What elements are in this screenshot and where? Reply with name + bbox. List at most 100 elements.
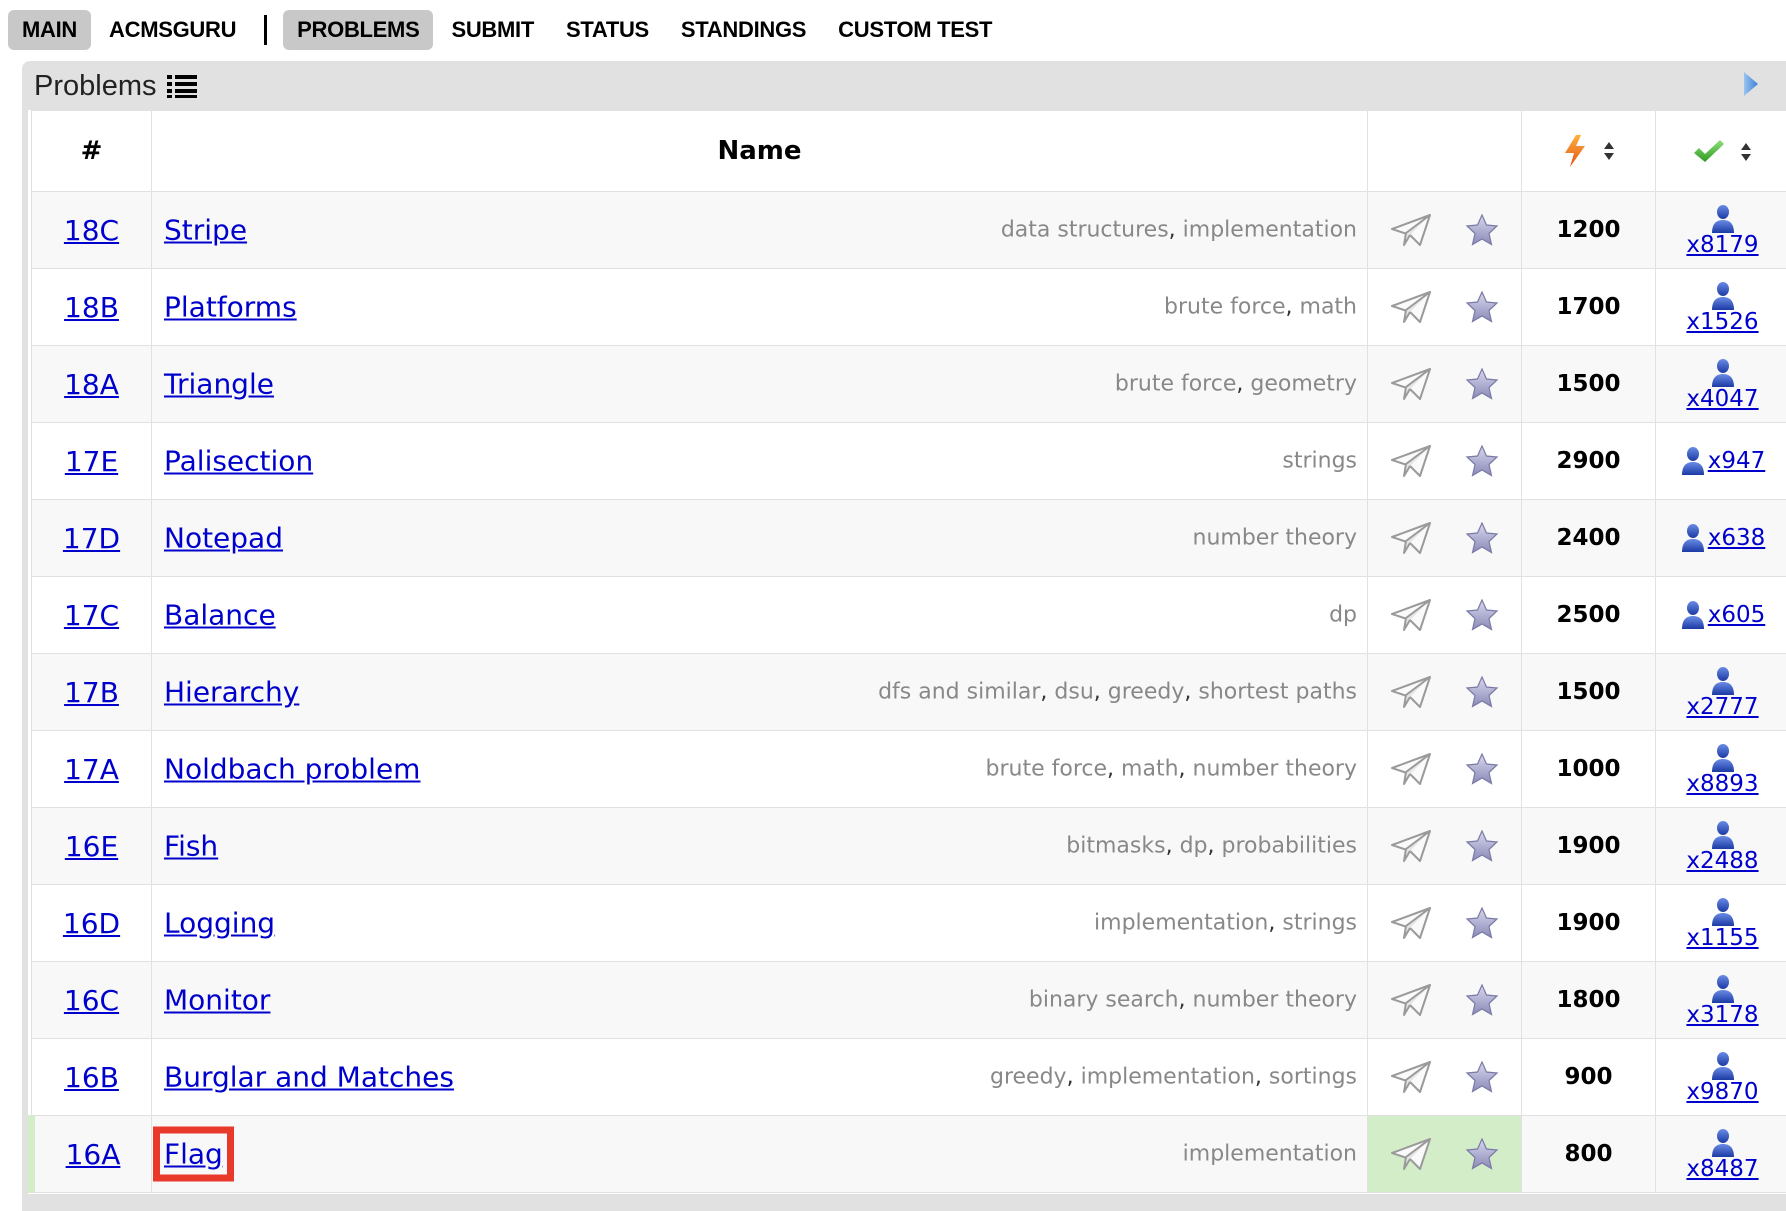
star-icon[interactable] [1465,214,1499,246]
problem-tag[interactable]: implementation [1183,1142,1357,1167]
problem-id-link[interactable]: 16C [64,984,119,1017]
solved-count-link[interactable]: x3178 [1656,974,1786,1027]
menu-item-main[interactable]: MAIN [8,10,91,50]
problem-tag[interactable]: dp [1329,603,1357,628]
problem-tag[interactable]: strings [1282,911,1357,936]
paper-plane-icon[interactable] [1390,213,1432,247]
problem-tag[interactable]: number theory [1193,988,1357,1013]
problem-tag[interactable]: shortest paths [1198,680,1357,705]
problem-id-link[interactable]: 18A [64,368,119,401]
star-icon[interactable] [1465,599,1499,631]
problem-id-link[interactable]: 16D [63,907,120,940]
solved-count-link[interactable]: x2488 [1656,820,1786,873]
star-icon[interactable] [1465,291,1499,323]
menu-item-acmsguru[interactable]: ACMSGURU [95,10,250,50]
problem-tag[interactable]: implementation [1094,911,1268,936]
solved-count-link[interactable]: x2777 [1656,666,1786,719]
problem-name-link[interactable]: Balance [164,599,276,632]
problem-name-link[interactable]: Platforms [164,291,297,324]
paper-plane-icon[interactable] [1390,290,1432,324]
star-icon[interactable] [1465,1138,1499,1170]
solved-count-link[interactable]: x9870 [1656,1051,1786,1104]
problem-name-link[interactable]: Flag [164,1138,223,1171]
problem-tag[interactable]: brute force [1164,295,1286,320]
menu-item-status[interactable]: STATUS [552,10,663,50]
problem-tag[interactable]: bitmasks [1066,834,1165,859]
menu-item-problems[interactable]: PROBLEMS [283,10,433,50]
problem-id-link[interactable]: 16A [66,1138,121,1171]
problem-tag[interactable]: dp [1180,834,1208,859]
problem-tag[interactable]: binary search [1029,988,1179,1013]
star-icon[interactable] [1465,984,1499,1016]
header-id[interactable]: # [32,111,152,192]
solved-count-link[interactable]: x8487 [1656,1128,1786,1181]
problem-tag[interactable]: data structures [1001,218,1169,243]
problem-id-link[interactable]: 17B [64,676,119,709]
problem-tag[interactable]: brute force [986,757,1108,782]
problem-tag[interactable]: dsu [1054,680,1093,705]
problem-name-link[interactable]: Triangle [164,368,274,401]
paper-plane-icon[interactable] [1390,829,1432,863]
problem-tag[interactable]: math [1121,757,1178,782]
header-rating[interactable] [1522,111,1656,192]
solved-count-link[interactable]: x4047 [1656,358,1786,411]
menu-item-submit[interactable]: SUBMIT [437,10,548,50]
problem-tag[interactable]: implementation [1081,1065,1255,1090]
problem-name-link[interactable]: Logging [164,907,275,940]
problem-id-link[interactable]: 16B [64,1061,119,1094]
star-icon[interactable] [1465,830,1499,862]
star-icon[interactable] [1465,522,1499,554]
star-icon[interactable] [1465,907,1499,939]
problem-id-link[interactable]: 18C [64,214,119,247]
problem-id-link[interactable]: 17D [63,522,120,555]
paper-plane-icon[interactable] [1390,983,1432,1017]
problem-name-link[interactable]: Fish [164,830,218,863]
problem-tag[interactable]: implementation [1183,218,1357,243]
star-icon[interactable] [1465,753,1499,785]
solved-count-link[interactable]: x605 [1656,600,1786,630]
problem-id-link[interactable]: 18B [64,291,119,324]
solved-count-link[interactable]: x8179 [1656,204,1786,257]
paper-plane-icon[interactable] [1390,906,1432,940]
problem-name-link[interactable]: Noldbach problem [164,753,420,786]
header-name[interactable]: Name [152,111,1368,192]
solved-count-link[interactable]: x638 [1656,523,1786,553]
problem-name-link[interactable]: Palisection [164,445,313,478]
problem-id-link[interactable]: 17C [64,599,119,632]
star-icon[interactable] [1465,368,1499,400]
solved-count-link[interactable]: x947 [1656,446,1786,476]
paper-plane-icon[interactable] [1390,752,1432,786]
list-icon[interactable] [167,73,197,99]
paper-plane-icon[interactable] [1390,1060,1432,1094]
problem-id-link[interactable]: 17A [64,753,119,786]
problem-tag[interactable]: sortings [1269,1065,1357,1090]
solved-count-link[interactable]: x1526 [1656,281,1786,334]
menu-item-standings[interactable]: STANDINGS [667,10,820,50]
problem-name-link[interactable]: Monitor [164,984,270,1017]
sort-icon[interactable] [1740,142,1752,162]
problem-tag[interactable]: greedy [990,1065,1067,1090]
solved-count-link[interactable]: x1155 [1656,897,1786,950]
problem-id-link[interactable]: 16E [65,830,118,863]
paper-plane-icon[interactable] [1390,521,1432,555]
menu-item-custom-test[interactable]: CUSTOM TEST [824,10,1006,50]
triangle-right-icon[interactable] [1742,70,1760,98]
problem-tag[interactable]: strings [1282,449,1357,474]
star-icon[interactable] [1465,1061,1499,1093]
problem-name-link[interactable]: Burglar and Matches [164,1061,454,1094]
problem-tag[interactable]: geometry [1250,372,1357,397]
sort-icon[interactable] [1603,141,1615,161]
paper-plane-icon[interactable] [1390,675,1432,709]
problem-tag[interactable]: number theory [1193,757,1357,782]
problem-tag[interactable]: number theory [1193,526,1357,551]
solved-count-link[interactable]: x8893 [1656,743,1786,796]
problem-tag[interactable]: greedy [1108,680,1185,705]
problem-tag[interactable]: brute force [1115,372,1237,397]
paper-plane-icon[interactable] [1390,598,1432,632]
problem-tag[interactable]: math [1300,295,1357,320]
header-solved[interactable] [1656,111,1786,192]
problem-name-link[interactable]: Notepad [164,522,283,555]
paper-plane-icon[interactable] [1390,367,1432,401]
problem-name-link[interactable]: Stripe [164,214,247,247]
star-icon[interactable] [1465,676,1499,708]
